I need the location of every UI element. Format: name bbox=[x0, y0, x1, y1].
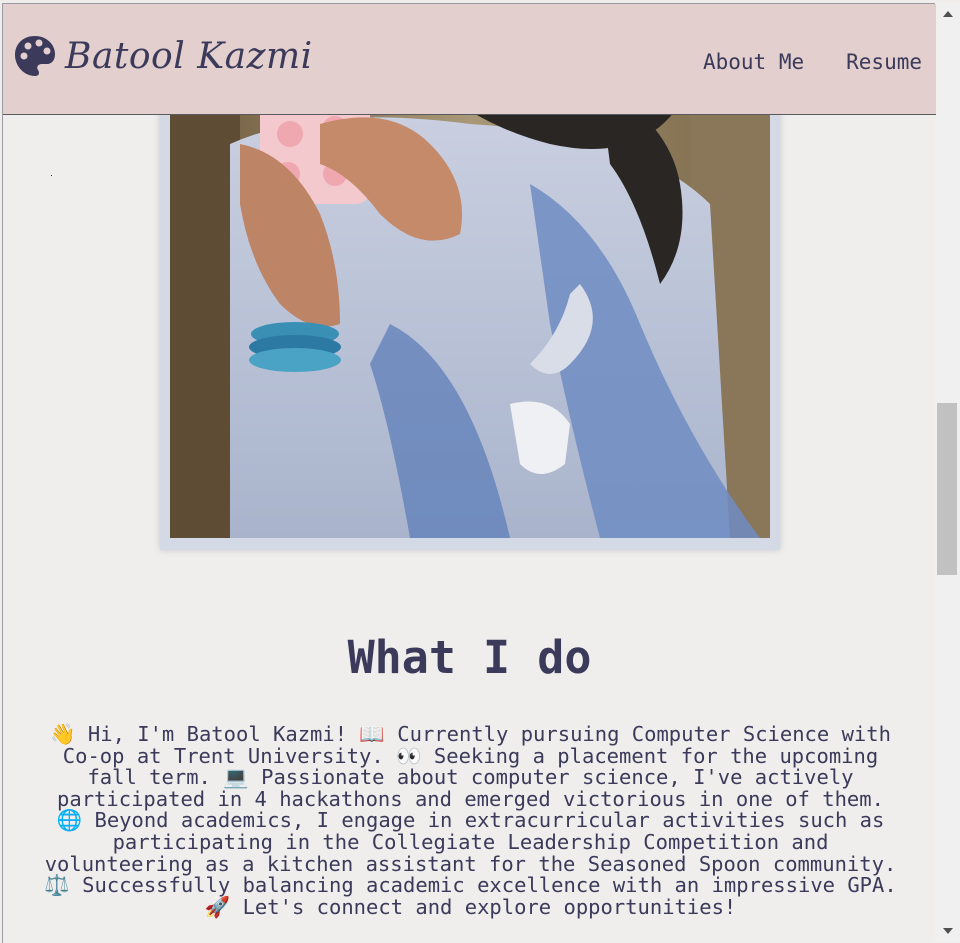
navbar: Batool Kazmi About Me Resume bbox=[3, 4, 936, 115]
scroll-down-arrow-icon[interactable] bbox=[935, 920, 960, 942]
scroll-up-arrow-icon[interactable] bbox=[935, 3, 960, 25]
about-description: 👋 Hi, I'm Batool Kazmi! 📖 Currently purs… bbox=[44, 722, 897, 919]
brand-logo[interactable]: Batool Kazmi bbox=[13, 34, 313, 78]
vertical-scrollbar[interactable] bbox=[935, 3, 960, 942]
profile-photo bbox=[170, 64, 770, 538]
nav-link-resume[interactable]: Resume bbox=[846, 50, 922, 74]
profile-photo-image bbox=[170, 64, 770, 538]
page-viewport: What I do 👋 Hi, I'm Batool Kazmi! 📖 Curr… bbox=[2, 3, 936, 943]
profile-photo-frame bbox=[160, 64, 780, 550]
stray-dot bbox=[51, 175, 52, 176]
what-i-do-title: What I do bbox=[347, 631, 592, 684]
nav-link-about-me[interactable]: About Me bbox=[703, 50, 804, 74]
nav-links: About Me Resume bbox=[703, 50, 922, 74]
palette-icon bbox=[13, 34, 57, 78]
scrollbar-thumb[interactable] bbox=[937, 403, 957, 575]
brand-name: Batool Kazmi bbox=[65, 35, 313, 77]
